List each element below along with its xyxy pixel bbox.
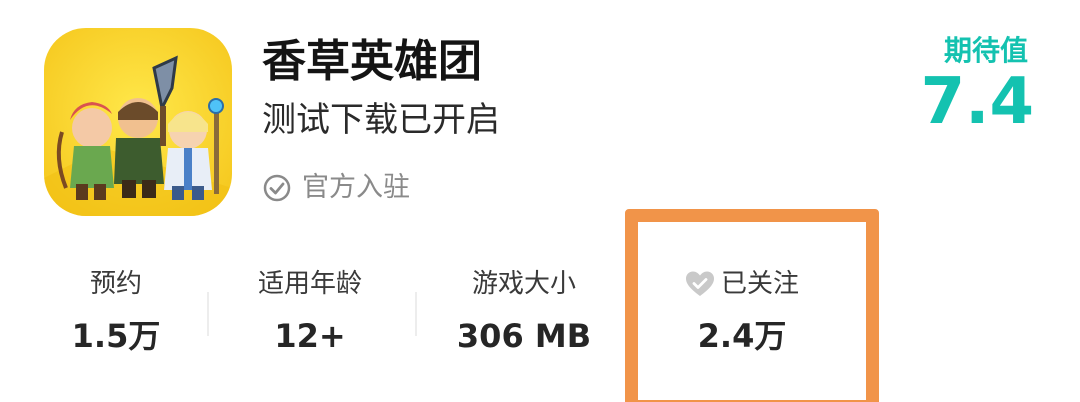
expectation-score: 7.4 [920,65,1034,139]
stat-label: 预约 [89,269,142,299]
stat-value: 306 MB [456,317,592,355]
divider [415,292,417,336]
official-badge: 官方入驻 [262,168,410,208]
expectation-label: 期待值 [943,34,1028,67]
stat-value: 1.5万 [71,317,161,355]
stat-game-size: 游戏大小 306 MB [434,266,614,356]
highlight-frame [625,209,879,402]
stat-label: 适用年龄 [257,269,362,299]
app-title: 香草英雄团 [262,36,482,87]
official-label: 官方入驻 [302,172,410,203]
app-icon[interactable] [44,28,232,216]
stat-value: 12+ [274,317,346,355]
stat-age-rating: 适用年龄 12+ [220,266,400,356]
game-art-icon [44,28,232,216]
divider [207,292,209,336]
stat-label: 游戏大小 [471,269,576,299]
app-subtitle: 测试下载已开启 [262,100,500,140]
stat-reservations: 预约 1.5万 [26,266,206,356]
game-detail-header: 香草英雄团 测试下载已开启 官方入驻 期待值 7.4 预约 1.5万 适用年龄 … [0,0,1080,402]
check-circle-icon [263,174,291,202]
